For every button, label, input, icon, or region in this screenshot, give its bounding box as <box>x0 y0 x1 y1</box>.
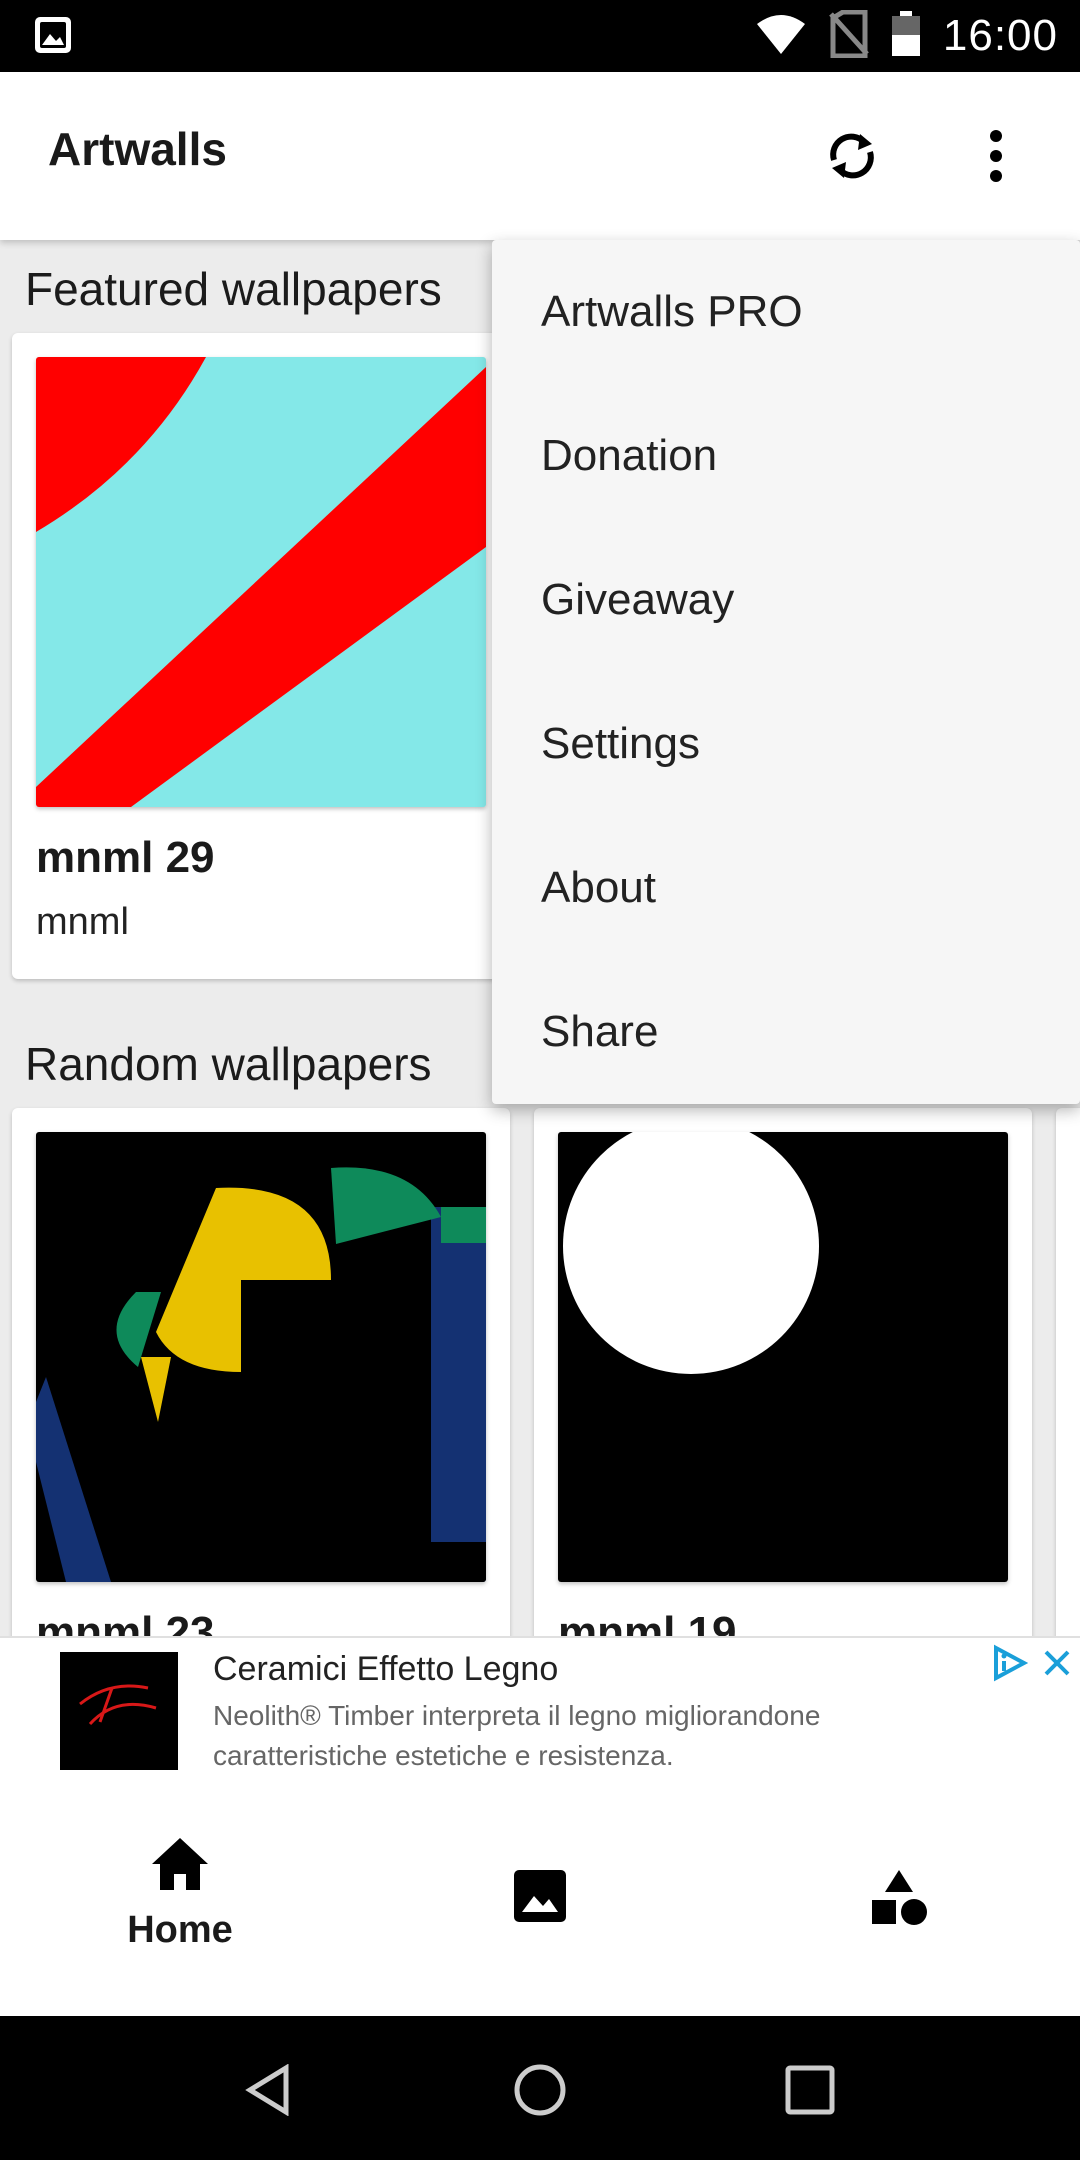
ad-logo[interactable] <box>60 1652 178 1770</box>
wallpaper-thumbnail[interactable] <box>558 1132 1008 1582</box>
bottom-navigation: Home <box>0 1786 1080 2016</box>
random-section-title: Random wallpapers <box>25 1038 432 1090</box>
wallpaper-thumbnail[interactable] <box>36 357 486 807</box>
wifi-icon <box>755 12 807 61</box>
menu-item-about[interactable]: About <box>492 816 1080 960</box>
back-icon[interactable] <box>244 2063 292 2121</box>
featured-section-title: Featured wallpapers <box>25 263 442 315</box>
image-icon <box>33 15 73 60</box>
ad-banner[interactable]: Ceramici Effetto Legno Neolith® Timber i… <box>0 1636 1080 1788</box>
wallpaper-name: mnml 29 <box>36 833 215 882</box>
random-card-mnml-23[interactable]: mnml 23 <box>12 1108 510 1636</box>
ad-title[interactable]: Ceramici Effetto Legno <box>213 1650 558 1689</box>
more-options-icon[interactable] <box>960 120 1032 192</box>
menu-item-artwalls-pro[interactable]: Artwalls PRO <box>492 240 1080 384</box>
ad-choices-icon[interactable] <box>990 1644 1029 1682</box>
featured-card-mnml-29[interactable]: mnml 29 mnml <box>12 333 510 979</box>
recents-icon[interactable] <box>784 2064 836 2121</box>
wallpaper-name: mnml 23 <box>36 1608 215 1636</box>
battery-icon <box>891 10 921 62</box>
nav-home-label: Home <box>127 1909 233 1951</box>
ad-close-icon[interactable] <box>1038 1644 1076 1682</box>
system-navigation-bar <box>0 2016 1080 2160</box>
wallpaper-thumbnail[interactable] <box>36 1132 486 1582</box>
app-title: Artwalls <box>48 123 227 175</box>
menu-item-donation[interactable]: Donation <box>492 384 1080 528</box>
home-circle-icon[interactable] <box>512 2062 568 2123</box>
menu-item-share[interactable]: Share <box>492 960 1080 1104</box>
app-bar: Artwalls <box>0 72 1080 240</box>
wallpaper-collection: mnml <box>36 901 129 943</box>
nav-collections[interactable] <box>720 1786 1080 2016</box>
random-card-mnml-19[interactable]: mnml 19 <box>534 1108 1032 1636</box>
refresh-icon[interactable] <box>816 120 888 192</box>
ad-description[interactable]: Neolith® Timber interpreta il legno migl… <box>213 1696 933 1776</box>
status-bar: 16:00 <box>0 0 1080 72</box>
nav-wallpapers[interactable] <box>360 1786 720 2016</box>
nav-home[interactable]: Home <box>0 1786 360 2016</box>
menu-item-giveaway[interactable]: Giveaway <box>492 528 1080 672</box>
wallpaper-name: mnml 19 <box>558 1608 737 1636</box>
random-card-next[interactable] <box>1056 1108 1080 1636</box>
overflow-menu: Artwalls PRO Donation Giveaway Settings … <box>492 240 1080 1104</box>
wallpapers-icon <box>512 1868 568 1929</box>
home-icon <box>150 1836 210 1897</box>
menu-item-settings[interactable]: Settings <box>492 672 1080 816</box>
no-sim-icon <box>829 9 869 63</box>
status-time: 16:00 <box>942 11 1058 60</box>
collections-icon <box>870 1868 930 1933</box>
